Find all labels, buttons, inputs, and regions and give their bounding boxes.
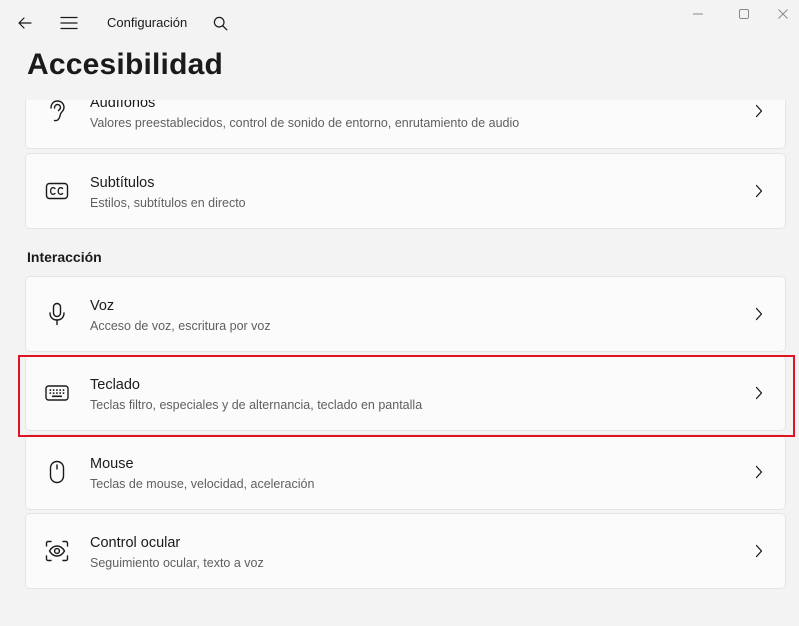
section-header-interaction: Interacción [27, 249, 102, 265]
page-title: Accesibilidad [27, 48, 224, 81]
setting-card-hearing[interactable]: Audífonos Valores preestablecidos, contr… [25, 100, 786, 149]
back-arrow-icon [18, 17, 32, 29]
chevron-right-icon [755, 386, 763, 400]
setting-description: Estilos, subtítulos en directo [90, 196, 246, 210]
microphone-icon [49, 302, 65, 326]
maximize-icon [739, 9, 749, 19]
eye-control-icon [45, 540, 69, 562]
setting-description: Valores preestablecidos, control de soni… [90, 116, 520, 130]
setting-card-captions[interactable]: Subtítulos Estilos, subtítulos en direct… [25, 153, 786, 229]
captions-icon [45, 182, 69, 200]
setting-description: Seguimiento ocular, texto a voz [90, 556, 264, 570]
minimize-button[interactable] [675, 0, 721, 28]
setting-description: Teclas de mouse, velocidad, aceleración [90, 477, 315, 491]
settings-list: Audífonos Valores preestablecidos, contr… [0, 100, 799, 626]
settings-window: Configuración Accesibilidad Audífonos Va… [0, 0, 799, 626]
setting-label: Subtítulos [90, 175, 155, 191]
close-icon [778, 9, 788, 19]
mouse-icon [49, 460, 65, 484]
app-title: Configuración [107, 15, 188, 30]
chevron-right-icon [755, 184, 763, 198]
minimize-icon [693, 13, 703, 15]
hamburger-menu-icon [60, 16, 78, 30]
setting-description: Teclas filtro, especiales y de alternanc… [90, 398, 423, 412]
setting-card-mouse[interactable]: Mouse Teclas de mouse, velocidad, aceler… [25, 434, 786, 510]
search-button[interactable] [203, 6, 237, 40]
setting-label: Control ocular [90, 535, 181, 551]
keyboard-icon [45, 385, 69, 401]
setting-label: Mouse [90, 456, 134, 472]
maximize-button[interactable] [721, 0, 767, 28]
search-icon [213, 16, 227, 30]
close-button[interactable] [767, 0, 799, 28]
setting-label: Teclado [90, 377, 140, 393]
navigation-menu-button[interactable] [52, 6, 86, 40]
back-button[interactable] [8, 6, 42, 40]
setting-card-voice[interactable]: Voz Acceso de voz, escritura por voz [25, 276, 786, 352]
setting-label: Audífonos [90, 100, 156, 111]
setting-description: Acceso de voz, escritura por voz [90, 319, 271, 333]
chevron-right-icon [755, 307, 763, 321]
setting-card-keyboard[interactable]: Teclado Teclas filtro, especiales y de a… [25, 355, 786, 431]
chevron-right-icon [755, 104, 763, 118]
chevron-right-icon [755, 465, 763, 479]
title-bar: Configuración [0, 0, 799, 46]
setting-card-eye-control[interactable]: Control ocular Seguimiento ocular, texto… [25, 513, 786, 589]
chevron-right-icon [755, 544, 763, 558]
hearing-icon [50, 100, 65, 122]
setting-label: Voz [90, 298, 115, 314]
